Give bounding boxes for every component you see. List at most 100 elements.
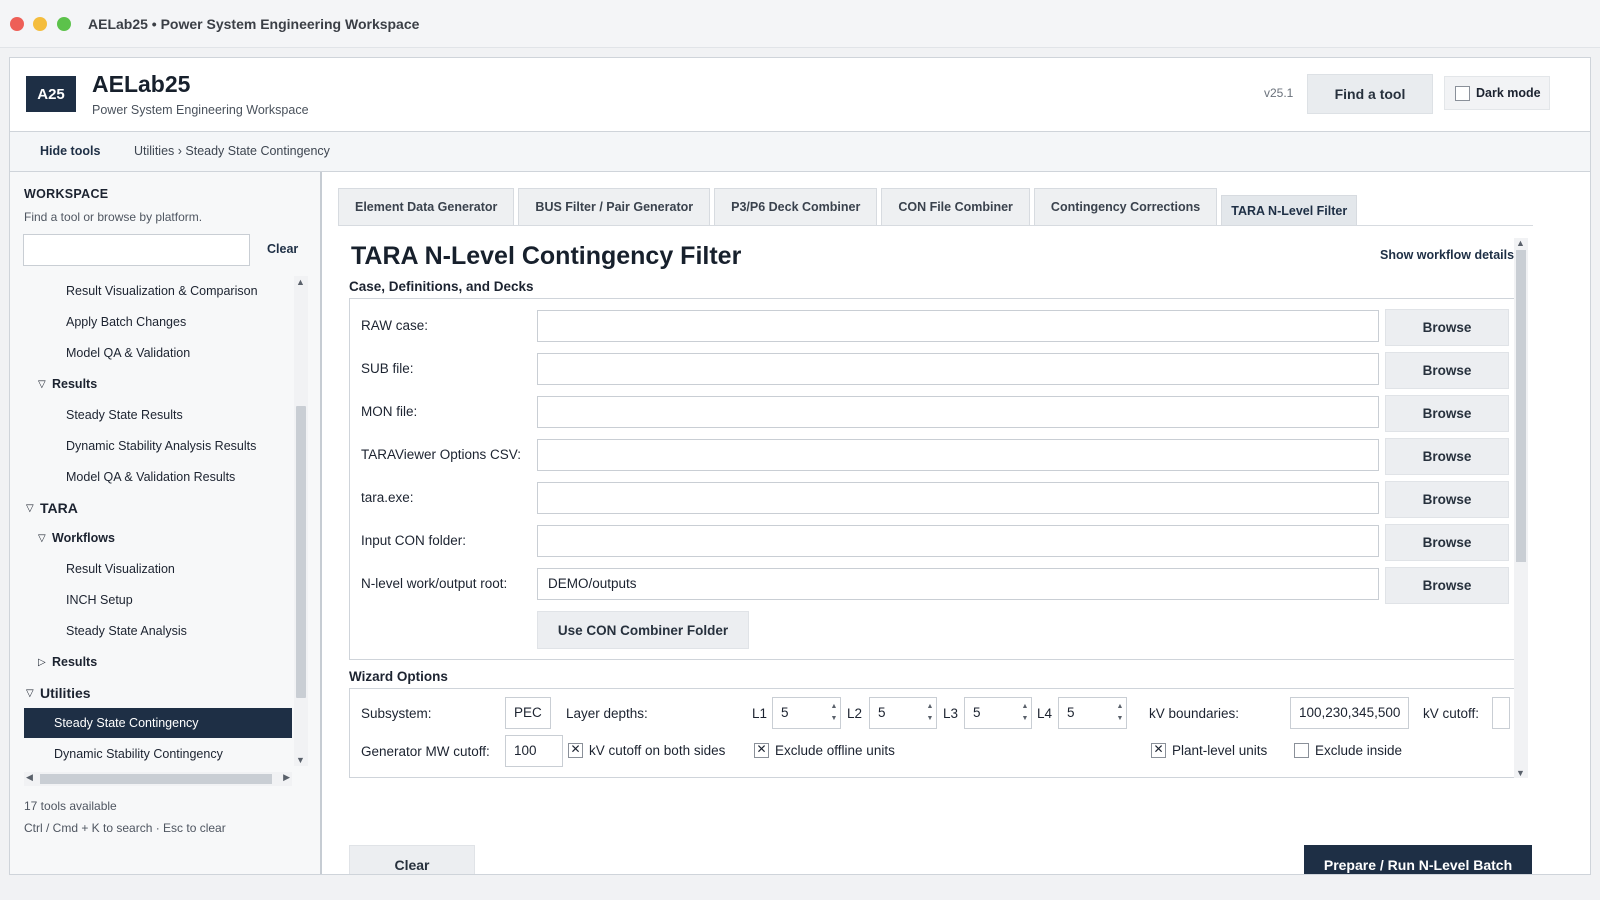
exclude-offline-units-checkbox[interactable] [754, 742, 769, 758]
tree-group-tara[interactable]: ▽ TARA [24, 493, 292, 523]
tree-item-dynamic-stability-results[interactable]: Dynamic Stability Analysis Results [24, 431, 292, 461]
prepare-run-batch-button[interactable]: Prepare / Run N-Level Batch [1304, 845, 1532, 874]
tara-exe-input[interactable] [537, 482, 1379, 514]
tree-item-dynamic-stability-contingency[interactable]: Dynamic Stability Contingency [24, 739, 292, 766]
scroll-down-icon[interactable]: ▼ [1516, 768, 1525, 778]
content-vertical-scrollbar[interactable]: ▲ ▼ [1514, 238, 1528, 778]
tab-con-file-combiner[interactable]: CON File Combiner [881, 188, 1030, 225]
tree-group-workflows[interactable]: ▽ Workflows [24, 523, 292, 553]
app-logo: A25 [26, 76, 76, 112]
scrollbar-thumb[interactable] [296, 406, 306, 698]
spin-arrows-icon[interactable]: ▲ ▼ [1116, 701, 1124, 725]
tab-element-data-generator[interactable]: Element Data Generator [338, 188, 515, 225]
browse-mon-file-button[interactable]: Browse [1385, 395, 1509, 432]
taraviewer-options-input[interactable] [537, 439, 1379, 471]
sidebar-vertical-scrollbar[interactable]: ▲ ▼ [294, 276, 308, 766]
tree-item-model-qa-validation[interactable]: Model QA & Validation [24, 338, 292, 368]
tree-item-inch-setup[interactable]: INCH Setup [24, 585, 292, 615]
tree-item-apply-batch-changes[interactable]: Apply Batch Changes [24, 307, 292, 337]
tree-group-tara-results[interactable]: ▷ Results [24, 647, 292, 677]
browse-output-root-button[interactable]: Browse [1385, 567, 1509, 604]
input-con-folder-input[interactable] [537, 525, 1379, 557]
browse-input-con-folder-button[interactable]: Browse [1385, 524, 1509, 561]
minimize-window-button[interactable] [33, 17, 47, 31]
dark-mode-toggle[interactable]: Dark mode [1444, 76, 1550, 110]
sidebar-clear-button[interactable]: Clear [267, 242, 298, 256]
l1-spinbox[interactable]: 5 ▲ ▼ [772, 697, 841, 729]
exclude-offline-units-option[interactable]: Exclude offline units [754, 742, 895, 758]
tree-group-results[interactable]: ▽ Results [24, 369, 292, 399]
exclude-inside-option[interactable]: Exclude inside [1294, 743, 1402, 758]
file-row-label: RAW case: [361, 318, 429, 333]
tree-item-steady-state-contingency[interactable]: Steady State Contingency [24, 708, 292, 738]
browse-taraviewer-options-button[interactable]: Browse [1385, 438, 1509, 475]
tree-item-result-visualization[interactable]: Result Visualization [24, 554, 292, 584]
scroll-left-icon[interactable]: ◀ [26, 772, 33, 783]
kv-boundaries-label: kV boundaries: [1149, 706, 1240, 721]
section-title-wizard-options: Wizard Options [349, 669, 448, 684]
sidebar-horizontal-scrollbar[interactable]: ◀ ▶ [24, 772, 292, 786]
file-row-input-con-folder: Input CON folder: Browse [350, 524, 1516, 561]
hide-tools-link[interactable]: Hide tools [40, 144, 100, 158]
tree-group-utilities[interactable]: ▽ Utilities [24, 678, 292, 708]
browse-raw-case-button[interactable]: Browse [1385, 309, 1509, 346]
raw-case-input[interactable] [537, 310, 1379, 342]
tab-p3-p6-deck-combiner[interactable]: P3/P6 Deck Combiner [714, 188, 878, 225]
tree-item-steady-state-results[interactable]: Steady State Results [24, 400, 292, 430]
browse-tara-exe-button[interactable]: Browse [1385, 481, 1509, 518]
tree-item-label: Steady State Contingency [54, 716, 199, 730]
exclude-inside-checkbox[interactable] [1294, 743, 1309, 758]
tab-bus-filter-pair-generator[interactable]: BUS Filter / Pair Generator [518, 188, 711, 225]
sub-file-input[interactable] [537, 353, 1379, 385]
plant-level-units-option[interactable]: Plant-level units [1151, 742, 1267, 758]
scrollbar-thumb[interactable] [40, 774, 272, 784]
dark-mode-checkbox[interactable] [1455, 85, 1470, 101]
kv-cutoff-both-sides-label: kV cutoff on both sides [589, 743, 726, 758]
spin-arrows-icon[interactable]: ▲ ▼ [926, 701, 934, 725]
kv-cutoff-label: kV cutoff: [1423, 706, 1480, 721]
tree-item-label: Model QA & Validation [66, 346, 191, 360]
clear-button[interactable]: Clear [349, 845, 475, 874]
scrollbar-thumb[interactable] [1516, 250, 1526, 562]
chevron-down-icon: ▽ [38, 378, 46, 390]
kv-cutoff-both-sides-checkbox[interactable] [568, 742, 583, 758]
kv-boundaries-input[interactable]: 100,230,345,500 [1290, 697, 1409, 729]
close-window-button[interactable] [10, 17, 24, 31]
maximize-window-button[interactable] [57, 17, 71, 31]
breadcrumb-bar: Hide tools Utilities › Steady State Cont… [10, 132, 1590, 172]
mon-file-input[interactable] [537, 396, 1379, 428]
wizard-options-panel: Subsystem: PEC Layer depths: L1 5 ▲ ▼ L2 5… [349, 688, 1517, 778]
spin-arrows-icon[interactable]: ▲ ▼ [830, 701, 838, 725]
subsystem-input[interactable]: PEC [505, 697, 551, 729]
tree-item-label: Dynamic Stability Contingency [54, 747, 223, 761]
tree-item-steady-state-analysis[interactable]: Steady State Analysis [24, 616, 292, 646]
plant-level-units-checkbox[interactable] [1151, 742, 1166, 758]
kv-cutoff-input[interactable] [1492, 697, 1510, 729]
output-root-input[interactable]: DEMO/outputs [537, 568, 1379, 600]
l2-spinbox[interactable]: 5 ▲ ▼ [869, 697, 937, 729]
l2-label: L2 [847, 706, 863, 721]
spin-arrows-icon[interactable]: ▲ ▼ [1021, 701, 1029, 725]
file-row-label: MON file: [361, 404, 418, 419]
find-tool-button[interactable]: Find a tool [1307, 74, 1433, 114]
scroll-right-icon[interactable]: ▶ [283, 772, 290, 783]
show-workflow-details-link[interactable]: Show workflow details [1380, 248, 1514, 262]
generator-mw-cutoff-input[interactable]: 100 [505, 735, 563, 767]
tab-contingency-corrections[interactable]: Contingency Corrections [1033, 188, 1218, 225]
l4-spinbox[interactable]: 5 ▲ ▼ [1058, 697, 1127, 729]
version-label: v25.1 [1264, 86, 1294, 100]
l1-label: L1 [752, 706, 768, 721]
tree-item-label: Results [52, 377, 98, 391]
tree-item-result-visualization-comparison[interactable]: Result Visualization & Comparison [24, 276, 292, 306]
tree-item-model-qa-validation-results[interactable]: Model QA & Validation Results [24, 462, 292, 492]
tool-search-input[interactable] [23, 234, 250, 266]
tab-tara-n-level-filter[interactable]: TARA N-Level Filter [1221, 195, 1358, 225]
scroll-down-icon[interactable]: ▼ [296, 755, 305, 765]
scroll-up-icon[interactable]: ▲ [296, 277, 305, 287]
browse-sub-file-button[interactable]: Browse [1385, 352, 1509, 389]
tab-divider [338, 225, 1533, 226]
l3-spinbox[interactable]: 5 ▲ ▼ [964, 697, 1032, 729]
kv-cutoff-both-sides-option[interactable]: kV cutoff on both sides [568, 742, 726, 758]
use-con-combiner-folder-button[interactable]: Use CON Combiner Folder [537, 611, 749, 649]
scroll-up-icon[interactable]: ▲ [1516, 238, 1525, 248]
